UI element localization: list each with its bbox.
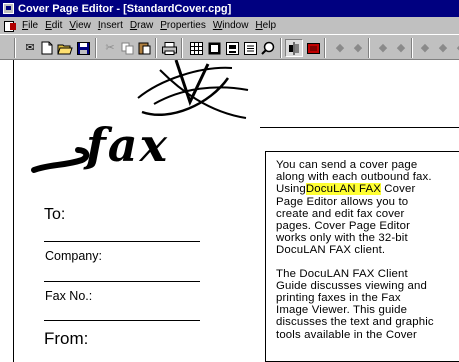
toolbar-separator [280, 38, 282, 58]
text-line: create and edit fax cover [276, 207, 405, 220]
menu-window[interactable]: Window [213, 20, 249, 31]
title-bar[interactable]: Cover Page Editor - [StandardCover.cpg] [0, 0, 459, 17]
text-line: You can send a cover page [276, 159, 418, 171]
to-rule [44, 241, 200, 242]
toolbar-separator [181, 38, 183, 58]
toolbar-separator [324, 38, 326, 58]
menu-view[interactable]: View [69, 20, 91, 31]
open-folder-icon[interactable] [56, 39, 74, 57]
text-line: tools available in the Cover [276, 328, 417, 341]
document-menu-icon[interactable] [3, 19, 17, 32]
fill-color-icon[interactable] [304, 39, 322, 57]
fax-logo[interactable]: fax [30, 110, 190, 188]
previous-page-icon[interactable]: ◆ [349, 39, 367, 57]
copy-icon[interactable] [118, 39, 136, 57]
text-line: UsingDocuLAN FAX Cover [276, 183, 416, 196]
to-label[interactable]: To: [44, 206, 65, 224]
save-icon[interactable] [74, 39, 92, 57]
text-line: pages. Cover Page Editor [276, 220, 411, 233]
toolbar: ✉ ✂ ◆ ◆ ◆ ◆ ◆ ◆ ◆ [0, 34, 459, 60]
object-icon[interactable] [223, 39, 241, 57]
print-icon[interactable] [160, 39, 178, 57]
paste-icon[interactable] [135, 39, 153, 57]
text-line: Page Editor allows you to [276, 195, 409, 208]
menu-bar: File Edit View Insert Draw Properties Wi… [0, 17, 459, 34]
text-line: Image Viewer. This guide [276, 304, 408, 317]
window-title: Cover Page Editor - [StandardCover.cpg] [18, 2, 232, 15]
last-page-icon[interactable]: ◆ [392, 39, 410, 57]
zoom-icon[interactable] [259, 39, 277, 57]
toolbar-separator [155, 38, 157, 58]
menu-file[interactable]: File [22, 20, 38, 31]
toolbar-separator [368, 38, 370, 58]
menu-edit[interactable]: Edit [45, 20, 62, 31]
from-label[interactable]: From: [44, 329, 88, 349]
new-document-icon[interactable] [38, 39, 56, 57]
toolbar-separator [14, 38, 16, 58]
text-line: Guide discusses viewing and [276, 279, 427, 292]
company-rule [44, 281, 200, 282]
app-icon[interactable] [3, 3, 14, 14]
list-icon[interactable] [241, 39, 259, 57]
fax-no-rule [44, 320, 200, 321]
grid-icon[interactable] [187, 39, 205, 57]
menu-help[interactable]: Help [255, 20, 276, 31]
more-icon[interactable]: ◆ [434, 39, 452, 57]
page-margin-line [13, 60, 14, 362]
header-rule [260, 127, 459, 128]
text-line: discusses the text and graphic [276, 316, 434, 329]
company-label[interactable]: Company: [45, 249, 102, 263]
info-text-box[interactable]: You can send a cover page along with eac… [265, 151, 459, 362]
toolbar-separator [411, 38, 413, 58]
more-icon[interactable]: ◆ [416, 39, 434, 57]
text-line: printing faxes in the Fax [276, 292, 401, 305]
highlighted-text: DocuLAN FAX [305, 183, 381, 196]
text-line: along with each outbound fax. [276, 171, 432, 184]
first-page-icon[interactable]: ◆ [331, 39, 349, 57]
fax-no-label[interactable]: Fax No.: [45, 289, 92, 303]
text-line: The DocuLAN FAX Client [276, 267, 408, 280]
menu-properties[interactable]: Properties [160, 20, 206, 31]
menu-draw[interactable]: Draw [130, 20, 153, 31]
cut-icon[interactable]: ✂ [101, 39, 119, 57]
menu-insert[interactable]: Insert [98, 20, 123, 31]
fax-logo-text: fax [86, 118, 170, 172]
next-page-icon[interactable]: ◆ [374, 39, 392, 57]
text-line: DocuLAN FAX client. [276, 244, 386, 257]
toolbar-separator [95, 38, 97, 58]
text-line: works only with the 32-bit [276, 232, 408, 245]
align-icon[interactable] [285, 39, 303, 57]
frame-icon[interactable] [205, 39, 223, 57]
more-icon[interactable]: ◆ [452, 39, 459, 57]
envelope-icon[interactable]: ✉ [21, 39, 39, 57]
